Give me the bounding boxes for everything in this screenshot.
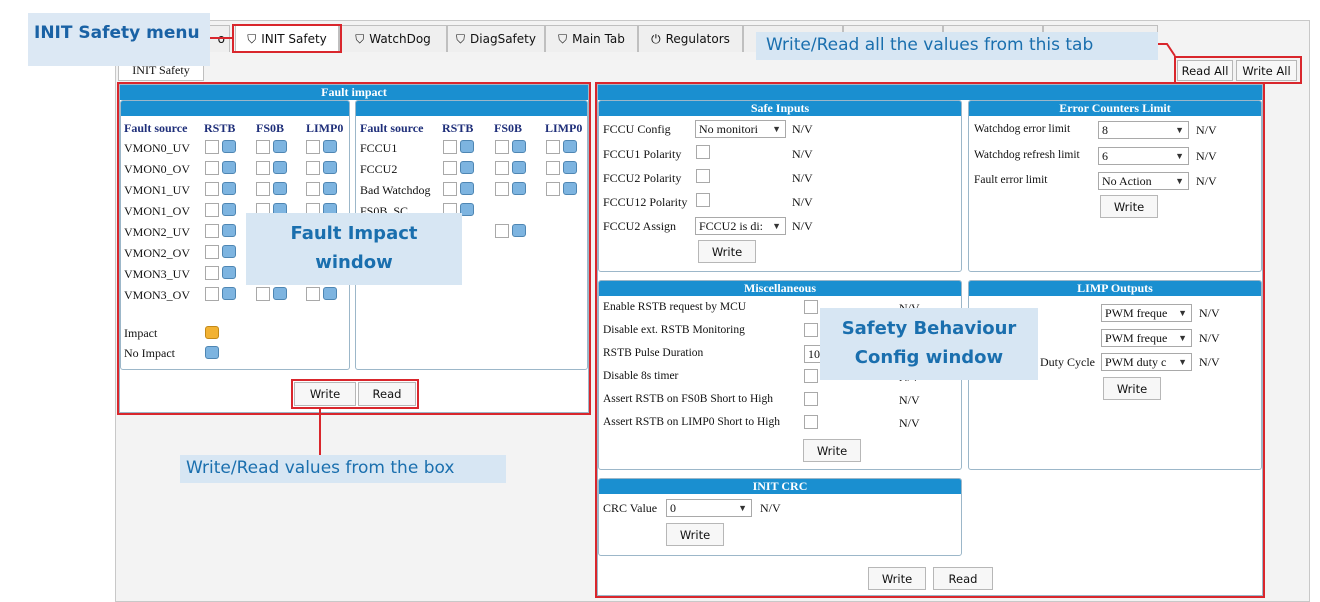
callout-fault-window: Fault Impact window [246, 213, 462, 285]
callout-box-note: Write/Read values from the box [180, 455, 506, 483]
annotation-connectors [210, 37, 1176, 455]
callout-init-safety-menu: INIT Safety menu [28, 13, 210, 66]
callout-tab-note: Write/Read all the values from this tab [756, 32, 1158, 60]
callout-safety-window: Safety Behaviour Config window [820, 308, 1038, 380]
